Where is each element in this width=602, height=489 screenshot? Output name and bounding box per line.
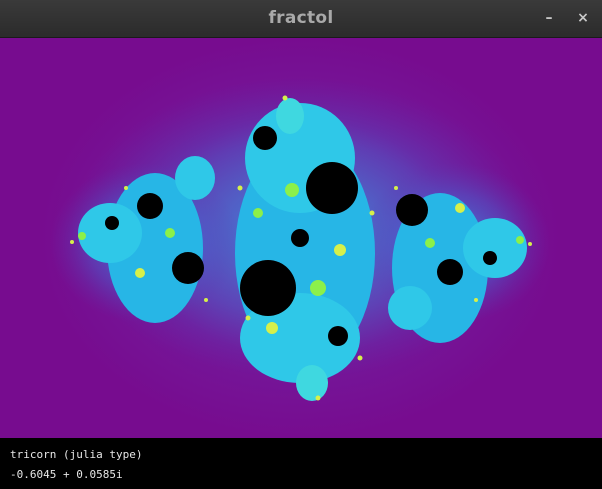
minimize-button[interactable]: – [540,9,558,27]
info-bar: tricorn (julia type) -0.6045 + 0.0585i [0,438,602,489]
fractal-image [50,78,550,401]
window-title: fractol [268,8,334,28]
fractal-canvas[interactable] [0,38,602,438]
fractal-name: tricorn (julia type) [10,448,143,461]
app-window: fractol – × tricorn (julia type) -0.6045… [0,0,602,489]
titlebar[interactable]: fractol – × [0,0,602,38]
close-button[interactable]: × [574,9,592,27]
julia-parameter: -0.6045 + 0.0585i [10,468,123,481]
